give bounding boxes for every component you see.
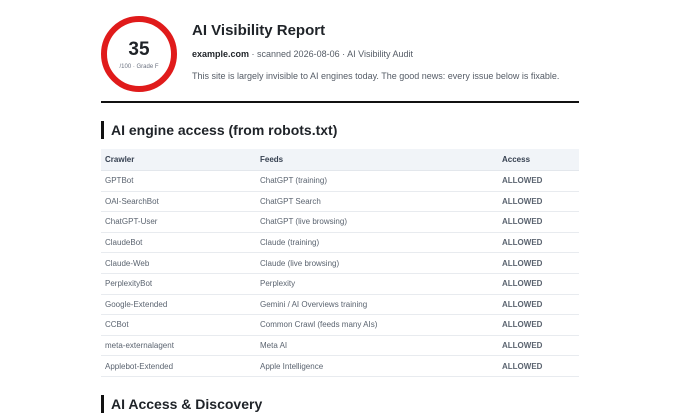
access-status: ALLOWED xyxy=(498,252,579,274)
column-header-crawler: Crawler xyxy=(101,149,256,171)
table-row: meta-externalagent Meta AI ALLOWED xyxy=(101,335,579,357)
table-header-row: Crawler Feeds Access xyxy=(101,149,579,171)
table-row: OAI-SearchBot ChatGPT Search ALLOWED xyxy=(101,191,579,213)
scan-info: · scanned 2026-08-06 · AI Visibility Aud… xyxy=(249,49,413,59)
crawler-cell: CCBot xyxy=(101,314,256,336)
feeds-cell: ChatGPT (live browsing) xyxy=(256,211,498,233)
feeds-cell: Claude (training) xyxy=(256,232,498,254)
page-title: AI Visibility Report xyxy=(192,22,326,39)
section-title-discovery: AI Access & Discovery xyxy=(101,395,262,413)
score-grade: /100 · Grade F xyxy=(119,64,159,70)
report-page: 35 /100 · Grade F AI Visibility Report e… xyxy=(101,0,579,413)
report-meta: example.com · scanned 2026-08-06 · AI Vi… xyxy=(192,49,413,59)
crawler-cell: GPTBot xyxy=(101,170,256,192)
report-summary: This site is largely invisible to AI eng… xyxy=(192,71,560,81)
crawler-cell: ClaudeBot xyxy=(101,232,256,254)
score-ring: 35 /100 · Grade F xyxy=(101,16,177,92)
report-header: 35 /100 · Grade F AI Visibility Report e… xyxy=(101,0,579,102)
feeds-cell: Common Crawl (feeds many AIs) xyxy=(256,314,498,336)
section-title-engine-access: AI engine access (from robots.txt) xyxy=(101,121,337,139)
crawler-cell: OAI-SearchBot xyxy=(101,191,256,213)
access-status: ALLOWED xyxy=(498,211,579,233)
table-row: ClaudeBot Claude (training) ALLOWED xyxy=(101,232,579,254)
table-row: Applebot-Extended Apple Intelligence ALL… xyxy=(101,355,579,377)
table-row: ChatGPT-User ChatGPT (live browsing) ALL… xyxy=(101,211,579,233)
access-status: ALLOWED xyxy=(498,355,579,377)
score-value: 35 xyxy=(128,39,150,60)
engine-access-table: Crawler Feeds Access GPTBot ChatGPT (tra… xyxy=(101,149,579,377)
crawler-cell: Applebot-Extended xyxy=(101,355,256,377)
access-status: ALLOWED xyxy=(498,335,579,357)
access-status: ALLOWED xyxy=(498,232,579,254)
report-domain: example.com xyxy=(192,49,250,59)
crawler-cell: PerplexityBot xyxy=(101,273,256,295)
access-status: ALLOWED xyxy=(498,170,579,192)
access-status: ALLOWED xyxy=(498,273,579,295)
feeds-cell: Meta AI xyxy=(256,335,498,357)
feeds-cell: ChatGPT Search xyxy=(256,191,498,213)
feeds-cell: Claude (live browsing) xyxy=(256,252,498,274)
header-divider xyxy=(101,101,579,103)
crawler-cell: Claude-Web xyxy=(101,252,256,274)
access-status: ALLOWED xyxy=(498,191,579,213)
feeds-cell: Perplexity xyxy=(256,273,498,295)
column-header-access: Access xyxy=(498,149,579,171)
access-status: ALLOWED xyxy=(498,314,579,336)
table-row: CCBot Common Crawl (feeds many AIs) ALLO… xyxy=(101,314,579,336)
crawler-cell: Google-Extended xyxy=(101,294,256,316)
feeds-cell: ChatGPT (training) xyxy=(256,170,498,192)
crawler-cell: meta-externalagent xyxy=(101,335,256,357)
table-row: Claude-Web Claude (live browsing) ALLOWE… xyxy=(101,252,579,274)
column-header-feeds: Feeds xyxy=(256,149,498,171)
access-status: ALLOWED xyxy=(498,294,579,316)
feeds-cell: Apple Intelligence xyxy=(256,355,498,377)
crawler-cell: ChatGPT-User xyxy=(101,211,256,233)
feeds-cell: Gemini / AI Overviews training xyxy=(256,294,498,316)
table-row: PerplexityBot Perplexity ALLOWED xyxy=(101,273,579,295)
table-row: Google-Extended Gemini / AI Overviews tr… xyxy=(101,294,579,316)
table-row: GPTBot ChatGPT (training) ALLOWED xyxy=(101,170,579,192)
